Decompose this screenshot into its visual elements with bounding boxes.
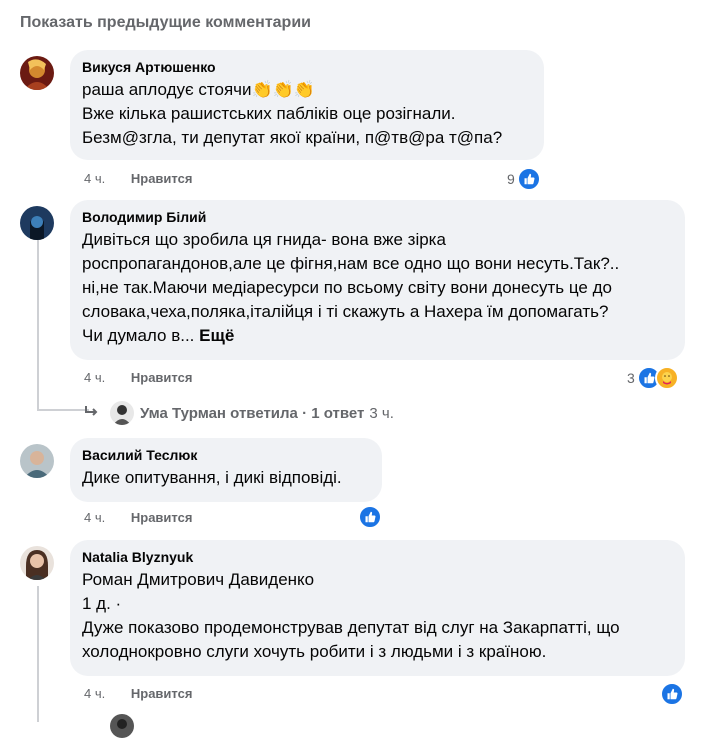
reaction-summary[interactable] [660, 682, 684, 706]
avatar[interactable] [20, 206, 54, 240]
comment-author[interactable]: Natalia Blyznyuk [82, 548, 673, 566]
reaction-count: 9 [507, 171, 515, 187]
comment-author[interactable]: Володимир Білий [82, 208, 673, 226]
comment-time[interactable]: 4 ч. [84, 685, 105, 703]
comment-meta: 4 ч. Нравится [84, 685, 192, 703]
like-button[interactable]: Нравится [131, 510, 193, 525]
view-replies-link[interactable]: Ума Турман ответила · 1 ответ [140, 405, 364, 422]
comment-text: Роман Дмитрович Давиденко 1 д. · Дуже по… [82, 570, 620, 661]
comment-meta: 4 ч. Нравится [84, 509, 192, 527]
reply-time: 3 ч. [369, 404, 394, 422]
comment-meta: 4 ч. Нравится [84, 369, 192, 387]
reaction-summary[interactable]: 9 [507, 167, 541, 191]
comment-author[interactable]: Василий Теслюк [82, 446, 370, 464]
reaction-summary[interactable] [358, 505, 382, 529]
avatar[interactable] [20, 546, 54, 580]
see-more-link[interactable]: Ещё [199, 326, 234, 345]
reaction-count: 3 [627, 370, 635, 386]
comment-text: Дивіться що зробила ця гнида- вона вже з… [82, 230, 620, 345]
comment-bubble: Василий Теслюк Дике опитування, і дикі в… [70, 438, 382, 502]
comment-meta: 4 ч. Нравится [84, 170, 192, 188]
comment-time[interactable]: 4 ч. [84, 369, 105, 387]
comment-time[interactable]: 4 ч. [84, 170, 105, 188]
avatar[interactable] [20, 444, 54, 478]
thread-line [37, 240, 39, 410]
comment-time[interactable]: 4 ч. [84, 509, 105, 527]
like-reaction-icon [358, 505, 382, 529]
like-button[interactable]: Нравится [131, 686, 193, 701]
reply-avatar [110, 714, 134, 738]
comment-bubble: Викуся Артюшенко раша аплодує стоячи👏👏👏 … [70, 50, 544, 160]
thread-line [37, 586, 39, 722]
like-reaction-icon [660, 682, 684, 706]
comment-bubble: Володимир Білий Дивіться що зробила ця г… [70, 200, 685, 360]
care-reaction-icon [654, 366, 679, 390]
reaction-summary[interactable]: 3 [627, 366, 679, 390]
like-button[interactable]: Нравится [131, 370, 193, 385]
reply-avatar [110, 401, 134, 425]
comment-text: Дике опитування, і дикі відповіді. [82, 468, 342, 487]
comment-text: раша аплодує стоячи👏👏👏 Вже кілька рашист… [82, 80, 503, 147]
avatar[interactable] [20, 56, 54, 90]
reply-arrow-icon [84, 404, 100, 422]
like-reaction-icon [516, 167, 541, 191]
replies-summary[interactable]: Ума Турман ответила · 1 ответ 3 ч. [84, 401, 394, 425]
thread-line-branch [37, 409, 89, 411]
comment-bubble: Natalia Blyznyuk Роман Дмитрович Давиден… [70, 540, 685, 676]
show-previous-comments-link[interactable]: Показать предыдущие комментарии [20, 14, 311, 32]
like-button[interactable]: Нравится [131, 171, 193, 186]
comment-author[interactable]: Викуся Артюшенко [82, 58, 532, 76]
